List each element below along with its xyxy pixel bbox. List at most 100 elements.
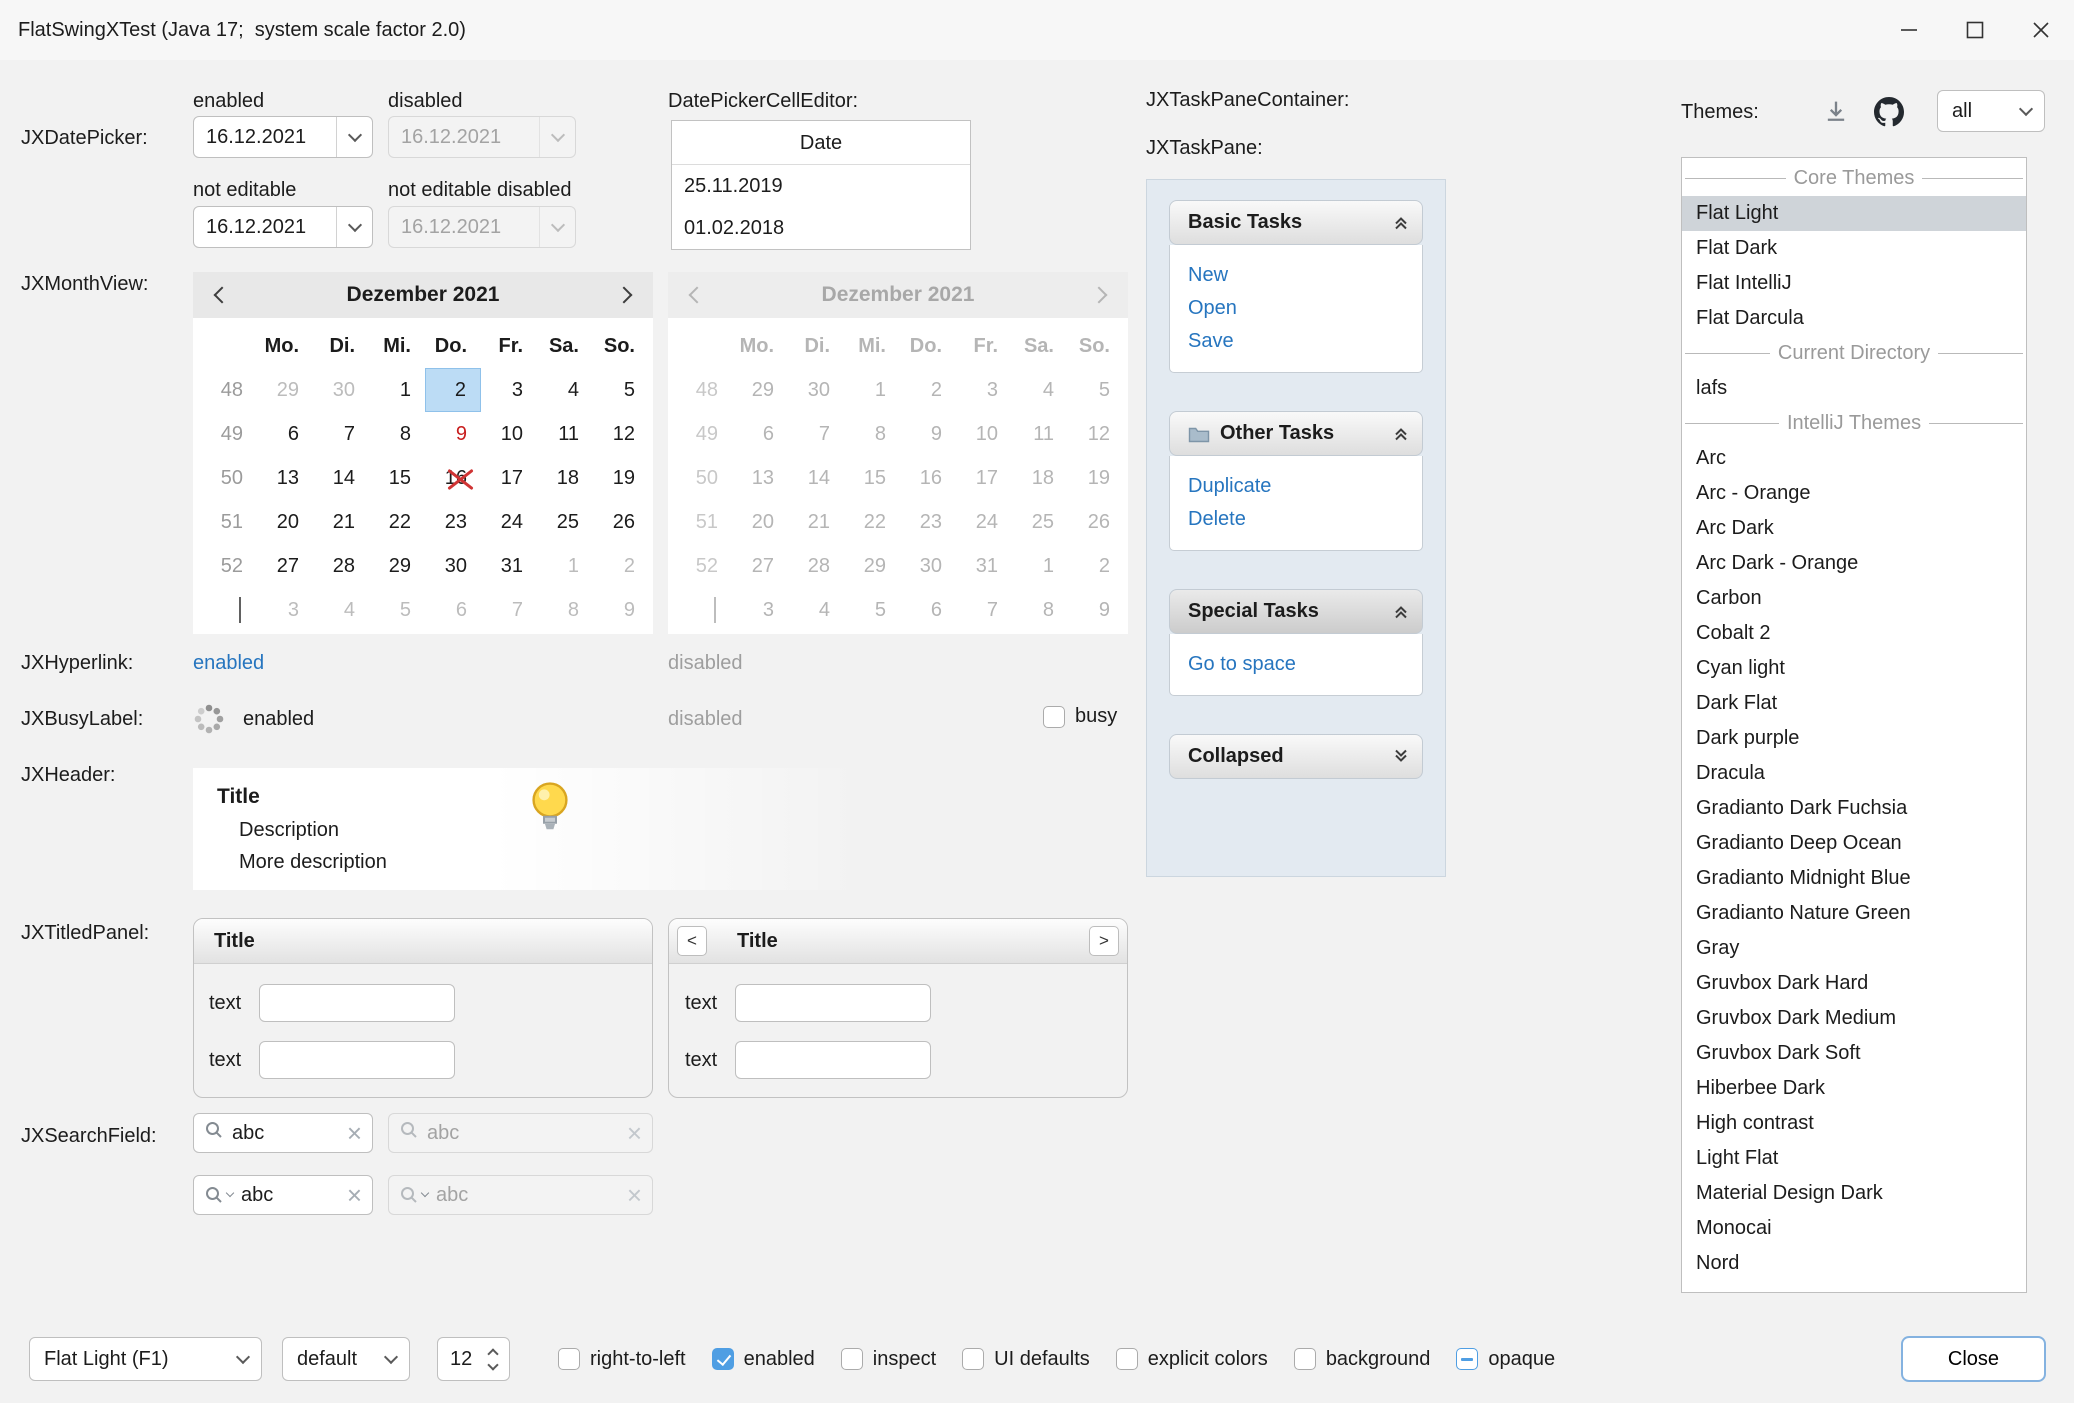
checkbox-explicit-colors[interactable]: explicit colors bbox=[1116, 1348, 1268, 1371]
font-size-spinner[interactable]: 12 bbox=[437, 1337, 510, 1381]
calendar-day[interactable]: 2 bbox=[593, 544, 649, 588]
calendar-day[interactable]: 6 bbox=[425, 588, 481, 632]
theme-item[interactable]: Flat Light bbox=[1682, 196, 2026, 231]
calendar-day[interactable]: 24 bbox=[481, 500, 537, 544]
spinner-down-ic[interactable] bbox=[487, 1359, 498, 1370]
hyperlink-enabled[interactable]: enabled bbox=[193, 650, 264, 676]
expand-chevrons-icon[interactable] bbox=[1392, 748, 1410, 765]
laf-combo[interactable]: Flat Light (F1) bbox=[29, 1337, 262, 1381]
taskpane-link[interactable]: Open bbox=[1170, 292, 1422, 325]
theme-item[interactable]: Dark Flat bbox=[1682, 686, 2026, 721]
theme-item[interactable]: lafs bbox=[1682, 371, 2026, 406]
calendar-day[interactable]: 7 bbox=[481, 588, 537, 632]
search-input[interactable]: abc bbox=[232, 1122, 339, 1145]
github-icon[interactable] bbox=[1874, 97, 1904, 127]
checkbox-box[interactable] bbox=[1043, 706, 1065, 728]
calendar-day[interactable]: 2 bbox=[425, 368, 481, 412]
checkbox-box[interactable] bbox=[841, 1348, 863, 1370]
calendar-day[interactable]: 4 bbox=[313, 588, 369, 632]
search-field-enabled[interactable]: abc × bbox=[193, 1113, 373, 1153]
theme-item[interactable]: Nord bbox=[1682, 1246, 2026, 1281]
datepicker-dropdown-button[interactable] bbox=[336, 207, 372, 247]
theme-item[interactable]: Gradianto Midnight Blue bbox=[1682, 861, 2026, 896]
theme-item[interactable]: Arc - Orange bbox=[1682, 476, 2026, 511]
datepicker-not-editable[interactable]: 16.12.2021 bbox=[193, 206, 373, 248]
calendar-day[interactable]: 28 bbox=[313, 544, 369, 588]
spinner-up-icon[interactable] bbox=[487, 1348, 498, 1359]
theme-item[interactable]: Gradianto Nature Green bbox=[1682, 896, 2026, 931]
calendar-day[interactable]: 22 bbox=[369, 500, 425, 544]
calendar-day[interactable]: 1 bbox=[369, 368, 425, 412]
panel-left-button[interactable]: < bbox=[677, 926, 707, 956]
checkbox-box[interactable] bbox=[1294, 1348, 1316, 1370]
taskpane-link[interactable]: Save bbox=[1170, 325, 1422, 358]
calendar-day[interactable]: 11 bbox=[537, 412, 593, 456]
checkbox-right-to-left[interactable]: right-to-left bbox=[558, 1348, 686, 1371]
datepicker-dropdown-button[interactable] bbox=[336, 117, 372, 157]
theme-item[interactable]: Flat Dark bbox=[1682, 231, 2026, 266]
calendar-day[interactable]: 12 bbox=[593, 412, 649, 456]
collapse-chevrons-icon[interactable] bbox=[1392, 603, 1410, 620]
search-input[interactable]: abc bbox=[241, 1184, 339, 1207]
calendar-day[interactable]: 9 bbox=[593, 588, 649, 632]
theme-item[interactable]: Carbon bbox=[1682, 581, 2026, 616]
taskpane-title-special-tasks[interactable]: Special Tasks bbox=[1169, 589, 1423, 634]
theme-item[interactable]: Cyan light bbox=[1682, 651, 2026, 686]
checkbox-box[interactable] bbox=[558, 1348, 580, 1370]
next-month-icon[interactable] bbox=[611, 289, 637, 301]
collapse-chevrons-icon[interactable] bbox=[1392, 214, 1410, 231]
taskpane-link[interactable]: Go to space bbox=[1170, 648, 1422, 681]
search-field-menu-enabled[interactable]: abc × bbox=[193, 1175, 373, 1215]
close-button[interactable] bbox=[2008, 0, 2074, 60]
collapse-chevrons-icon[interactable] bbox=[1392, 425, 1410, 442]
calendar-day[interactable]: 14 bbox=[313, 456, 369, 500]
theme-item[interactable]: Gruvbox Dark Hard bbox=[1682, 966, 2026, 1001]
text-field[interactable] bbox=[259, 1041, 455, 1079]
taskpane-link[interactable]: Duplicate bbox=[1170, 470, 1422, 503]
calendar-day[interactable]: 20 bbox=[257, 500, 313, 544]
theme-item[interactable]: Hiberbee Dark bbox=[1682, 1071, 2026, 1106]
checkbox-opaque[interactable]: opaque bbox=[1456, 1348, 1555, 1371]
calendar-day[interactable]: 15 bbox=[369, 456, 425, 500]
calendar-day[interactable]: 23 bbox=[425, 500, 481, 544]
theme-item[interactable]: Gruvbox Dark Medium bbox=[1682, 1001, 2026, 1036]
calendar-day[interactable]: 17 bbox=[481, 456, 537, 500]
checkbox-box[interactable] bbox=[712, 1348, 734, 1370]
taskpane-title-basic-tasks[interactable]: Basic Tasks bbox=[1169, 200, 1423, 245]
theme-item[interactable]: Flat Darcula bbox=[1682, 301, 2026, 336]
theme-item[interactable]: Gradianto Deep Ocean bbox=[1682, 826, 2026, 861]
checkbox-box[interactable] bbox=[962, 1348, 984, 1370]
theme-item[interactable]: Arc Dark - Orange bbox=[1682, 546, 2026, 581]
calendar-day[interactable]: 6 bbox=[257, 412, 313, 456]
table-cell[interactable]: 01.02.2018 bbox=[672, 207, 970, 249]
calendar-day[interactable]: 27 bbox=[257, 544, 313, 588]
theme-item[interactable]: Cobalt 2 bbox=[1682, 616, 2026, 651]
calendar-day[interactable]: 8 bbox=[537, 588, 593, 632]
calendar-day[interactable]: 3 bbox=[481, 368, 537, 412]
theme-item[interactable]: Flat IntelliJ bbox=[1682, 266, 2026, 301]
minimize-button[interactable] bbox=[1876, 0, 1942, 60]
x-clear-icon[interactable]: × bbox=[347, 1120, 362, 1146]
theme-item[interactable]: Gruvbox Dark Soft bbox=[1682, 1036, 2026, 1071]
calendar-day[interactable]: 29 bbox=[257, 368, 313, 412]
magnifier-menu-icon[interactable] bbox=[204, 1185, 233, 1205]
theme-item[interactable]: Material Design Dark bbox=[1682, 1176, 2026, 1211]
table-column-header[interactable]: Date bbox=[672, 121, 970, 165]
calendar-day[interactable]: 30 bbox=[425, 544, 481, 588]
calendar-day[interactable]: 5 bbox=[593, 368, 649, 412]
theme-item[interactable]: Gradianto Dark Fuchsia bbox=[1682, 791, 2026, 826]
close-dialog-button[interactable]: Close bbox=[1901, 1336, 2046, 1382]
text-field[interactable] bbox=[735, 1041, 931, 1079]
taskpane-link[interactable]: New bbox=[1170, 259, 1422, 292]
theme-item[interactable]: Dark purple bbox=[1682, 721, 2026, 756]
taskpane-title-other-tasks[interactable]: Other Tasks bbox=[1169, 411, 1423, 456]
checkbox-background[interactable]: background bbox=[1294, 1348, 1431, 1371]
datepicker-enabled[interactable]: 16.12.2021 bbox=[193, 116, 373, 158]
theme-item[interactable]: Monocai bbox=[1682, 1211, 2026, 1246]
prev-month-icon[interactable] bbox=[209, 289, 235, 301]
calendar-day[interactable]: 26 bbox=[593, 500, 649, 544]
font-combo[interactable]: default bbox=[282, 1337, 410, 1381]
checkbox-enabled[interactable]: enabled bbox=[712, 1348, 815, 1371]
theme-item[interactable]: Light Flat bbox=[1682, 1141, 2026, 1176]
download-icon[interactable] bbox=[1822, 96, 1850, 126]
